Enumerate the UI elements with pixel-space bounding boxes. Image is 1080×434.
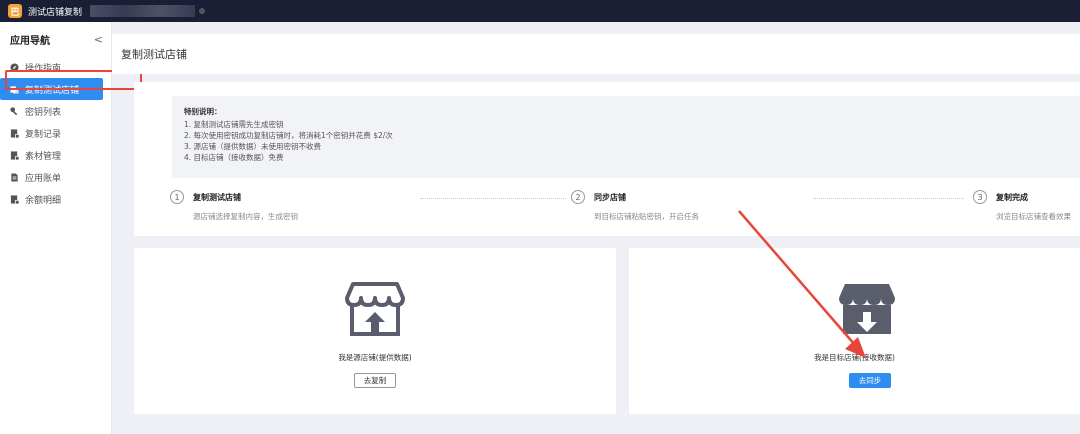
bill-icon bbox=[10, 172, 19, 182]
sidebar-header: 应用导航 < bbox=[0, 22, 111, 56]
sidebar-item-balance[interactable]: 余额明细 bbox=[0, 188, 111, 210]
step-number: 1 bbox=[170, 190, 184, 204]
notice-line: 3. 源店铺（提供数据）未使用密钥不收费 bbox=[184, 142, 322, 151]
sidebar-item-keys[interactable]: 密钥列表 bbox=[0, 100, 111, 122]
step-desc: 到目标店铺粘贴密钥，开启任务 bbox=[594, 212, 699, 221]
sidebar-item-records[interactable]: 复制记录 bbox=[0, 122, 111, 144]
blurred-info bbox=[90, 5, 196, 17]
step-desc: 源店铺选择复制内容，生成密钥 bbox=[193, 212, 298, 221]
top-bar: 巴 测试店铺复制 bbox=[0, 0, 1080, 22]
target-store-card: 我是目标店铺(接收数据) 去同步 bbox=[629, 248, 1080, 414]
sidebar-item-bills[interactable]: 应用账单 bbox=[0, 166, 111, 188]
sidebar-item-materials[interactable]: 素材管理 bbox=[0, 144, 111, 166]
sidebar-item-label: 操作指南 bbox=[25, 63, 62, 74]
step-number: 3 bbox=[973, 190, 987, 204]
go-sync-button[interactable]: 去同步 bbox=[849, 373, 891, 388]
info-panel: 特别说明： 1. 复制测试店铺需先生成密钥 2. 每次使用密钥成功复制店铺时，将… bbox=[134, 82, 1080, 236]
notice-line: 2. 每次使用密钥成功复制店铺时，将消耗1个密钥并花费 $2/次 bbox=[184, 131, 393, 140]
copy-store-icon bbox=[10, 85, 19, 94]
source-store-card: 我是源店铺(提供数据) 去复制 bbox=[134, 248, 616, 414]
collapse-chevron-icon[interactable]: < bbox=[94, 33, 103, 46]
sidebar-item-label: 密钥列表 bbox=[25, 107, 62, 118]
go-copy-button[interactable]: 去复制 bbox=[354, 373, 396, 388]
step-1: 1 复制测试店铺 源店铺选择复制内容，生成密钥 bbox=[170, 190, 298, 222]
store-download-icon bbox=[839, 284, 895, 334]
sidebar-item-guide[interactable]: 操作指南 bbox=[0, 56, 111, 78]
record-icon bbox=[10, 128, 19, 138]
sidebar-item-label: 复制测试店铺 bbox=[25, 85, 80, 96]
blurred-dot bbox=[199, 8, 206, 14]
step-title: 复制测试店铺 bbox=[193, 193, 241, 202]
step-desc: 浏览目标店铺查看效果 bbox=[996, 212, 1071, 221]
step-connector bbox=[420, 198, 566, 199]
notice-title: 特别说明： bbox=[184, 107, 222, 116]
notice-box: 特别说明： 1. 复制测试店铺需先生成密钥 2. 每次使用密钥成功复制店铺时，将… bbox=[172, 96, 1080, 178]
store-upload-icon bbox=[345, 282, 405, 336]
step-3: 3 复制完成 浏览目标店铺查看效果 bbox=[973, 190, 1071, 222]
step-title: 同步店铺 bbox=[594, 193, 626, 202]
sidebar-item-label: 余额明细 bbox=[25, 195, 62, 206]
sidebar-item-label: 素材管理 bbox=[25, 151, 62, 162]
page-title: 复制测试店铺 bbox=[112, 34, 1080, 74]
balance-icon bbox=[10, 194, 19, 204]
compass-icon bbox=[10, 62, 19, 72]
sidebar: 应用导航 < 操作指南 复制测试店铺 密钥列表 复制记录 素材管理 应用账单 余… bbox=[0, 22, 112, 434]
material-icon bbox=[10, 150, 19, 160]
notice-line: 4. 目标店铺（接收数据）免费 bbox=[184, 153, 284, 162]
sidebar-item-label: 应用账单 bbox=[25, 173, 62, 184]
app-logo-icon: 巴 bbox=[8, 4, 22, 18]
sidebar-item-label: 复制记录 bbox=[25, 129, 62, 140]
key-icon bbox=[10, 106, 19, 116]
steps: 1 复制测试店铺 源店铺选择复制内容，生成密钥 2 同步店铺 到目标店铺粘贴密钥… bbox=[134, 190, 1080, 230]
app-title: 测试店铺复制 bbox=[28, 7, 83, 18]
step-title: 复制完成 bbox=[996, 193, 1028, 202]
step-2: 2 同步店铺 到目标店铺粘贴密钥，开启任务 bbox=[571, 190, 699, 222]
source-store-label: 我是源店铺(提供数据) bbox=[338, 353, 412, 362]
sidebar-item-copy-store[interactable]: 复制测试店铺 bbox=[0, 78, 103, 100]
target-store-label: 我是目标店铺(接收数据) bbox=[814, 353, 895, 362]
sidebar-title: 应用导航 bbox=[10, 35, 50, 47]
notice-line: 1. 复制测试店铺需先生成密钥 bbox=[184, 120, 284, 129]
step-number: 2 bbox=[571, 190, 585, 204]
step-connector bbox=[814, 198, 964, 199]
